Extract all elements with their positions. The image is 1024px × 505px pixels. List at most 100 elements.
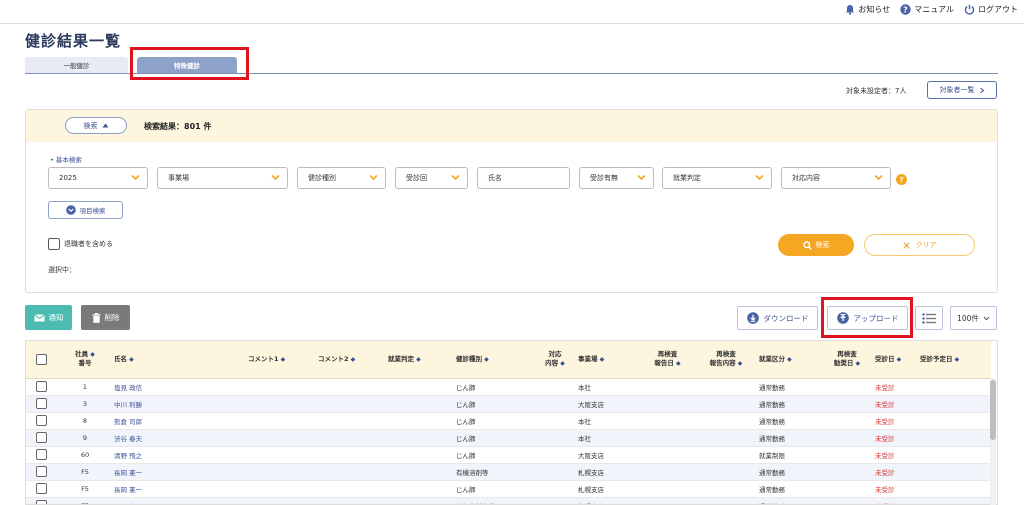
cell-exam-status: 未受診 [873,378,918,396]
header-work-class[interactable]: 就業区分 ◆ [757,341,821,379]
row-checkbox[interactable] [36,466,47,477]
header-comment1[interactable]: コメント1 ◆ [246,341,316,379]
cell-recheck-advice [821,395,873,413]
per-page-value: 100件 [957,313,979,323]
cell-recheck-report [640,480,695,498]
year-select-value: 2025 [59,174,77,182]
per-page-select[interactable]: 100件 [950,306,997,330]
cell-name-link[interactable]: 渋谷 春夫 [112,429,246,447]
header-response-line2: 内容 [545,359,559,368]
cell-exam-status: 未受診 [873,395,918,413]
chevron-down-icon [131,174,140,183]
header-recheck-content[interactable]: 再検査 報告内容 ◆ [695,341,757,379]
clear-button[interactable]: クリア [864,234,975,256]
sort-icon: ◆ [414,355,421,363]
logout-link[interactable]: ログアウト [964,4,1018,15]
advanced-search-button[interactable]: 項目検索 [48,201,123,219]
row-checkbox[interactable] [36,381,47,392]
cell-name-link[interactable]: 熊倉 司郎 [112,412,246,430]
cell-exam-status: 未受診 [873,429,918,447]
power-icon [964,4,975,15]
select-all-checkbox[interactable] [36,353,47,365]
attendance-select[interactable]: 受診有無 [579,167,654,189]
manual-link[interactable]: ? マニュアル [900,4,954,15]
table-row[interactable]: F5 長岡 憲一 有機溶剤等 札幌支店 通常勤務 未受診 [26,463,991,481]
search-button[interactable]: 検索 [778,234,854,256]
cell-judgement [386,480,454,498]
cell-comment1 [246,378,316,396]
row-checkbox[interactable] [36,415,47,426]
sort-icon: ◆ [673,360,681,368]
table-row[interactable]: 8 熊倉 司郎 じん肺 本社 通常勤務 未受診 [26,412,991,430]
table-row[interactable]: 9 渋谷 春夫 じん肺 本社 通常勤務 未受診 [26,429,991,447]
logout-label: ログアウト [978,5,1018,14]
search-toggle-button[interactable]: 検索 [65,117,127,134]
cell-exam-status: 未受診 [873,463,918,481]
row-checkbox[interactable] [36,500,47,504]
row-checkbox[interactable] [36,398,47,409]
download-button[interactable]: ダウンロード [737,306,818,330]
delete-button[interactable]: 削除 [81,305,130,330]
tab-general-exam[interactable]: 一般健診 [25,57,128,73]
table-row[interactable]: 60 清野 飛之 じん肺 大阪支店 就業制限 未受診 [26,446,991,464]
header-name[interactable]: 氏名 ◆ [112,341,246,379]
row-select-cell [26,480,58,498]
exam-round-select[interactable]: 受診回 [395,167,468,189]
notice-link[interactable]: お知らせ [845,4,890,15]
cell-name-link[interactable]: 長岡 憲一 [112,497,246,504]
header-recheck-advice[interactable]: 再検査 勧奨日 ◆ [821,341,873,379]
cell-response [534,446,576,464]
cell-work-class: 通常勤務 [757,395,821,413]
judgement-select[interactable]: 就業判定 [662,167,772,189]
cell-recheck-advice [821,412,873,430]
cell-name-link[interactable]: 塩見 政信 [112,378,246,396]
include-retired-checkbox[interactable] [48,238,60,250]
cell-name-link[interactable]: 清野 飛之 [112,446,246,464]
table-row[interactable]: F5 長岡 憲一 特定化学物質 札幌支店 通常勤務 未受診 [26,497,991,504]
table-row[interactable]: 1 塩見 政信 じん肺 本社 通常勤務 未受診 [26,378,991,396]
cell-name-link[interactable]: 長岡 憲一 [112,480,246,498]
results-table: 社員 ◆ 番号 氏名 ◆ コメント1 ◆ コメント2 ◆ 就業判定 ◆ 健診種別 … [25,340,998,505]
basic-search-label: • 基本検索 [50,156,82,164]
header-exam-date[interactable]: 受診日 ◆ [873,341,918,379]
header-response[interactable]: 対応 内容 ◆ [534,341,576,379]
cell-name-link[interactable]: 中川 利勝 [112,395,246,413]
header-office[interactable]: 事業場 ◆ [576,341,640,379]
office-select[interactable]: 事業場 [157,167,288,189]
cell-recheck-content [695,412,757,430]
exam-type-select[interactable]: 健診種別 [297,167,386,189]
row-select-cell [26,446,58,464]
header-judgement[interactable]: 就業判定 ◆ [386,341,454,379]
header-comment2[interactable]: コメント2 ◆ [316,341,386,379]
chevron-down-icon [983,316,990,321]
header-planned-date[interactable]: 受診予定日 ◆ [918,341,991,379]
column-settings-button[interactable] [915,306,943,330]
cell-planned-date [918,378,991,396]
notice-label: お知らせ [858,5,891,14]
cell-emp-no: 3 [58,395,112,413]
header-emp-no[interactable]: 社員 ◆ 番号 [58,341,112,379]
year-select[interactable]: 2025 [48,167,148,189]
cell-comment2 [316,480,386,498]
cell-recheck-report [640,446,695,464]
notify-button[interactable]: 通知 [25,305,72,330]
table-row[interactable]: F5 長岡 憲一 じん肺 札幌支店 通常勤務 未受診 [26,480,991,498]
cell-name-link[interactable]: 長岡 憲一 [112,463,246,481]
row-checkbox[interactable] [36,483,47,494]
scrollbar-thumb[interactable] [990,380,996,440]
header-emp-no-line1: 社員 [75,350,89,359]
header-recheck-report[interactable]: 再検査 報告日 ◆ [640,341,695,379]
table-row[interactable]: 3 中川 利勝 じん肺 大阪支店 通常勤務 未受診 [26,395,991,413]
cell-emp-no: 60 [58,446,112,464]
help-circle-icon: ? [900,4,911,15]
cell-response [534,395,576,413]
header-exam-type[interactable]: 健診種別 ◆ [454,341,534,379]
table-scrollbar[interactable] [990,378,996,505]
name-input[interactable]: 氏名 [477,167,570,189]
target-list-button[interactable]: 対象者一覧 [927,81,997,99]
result-count: 検索結果：801 件 [144,122,212,131]
row-checkbox[interactable] [36,432,47,443]
row-checkbox[interactable] [36,449,47,460]
response-select[interactable]: 対応内容 [781,167,891,189]
help-icon[interactable]: ? [896,174,907,185]
